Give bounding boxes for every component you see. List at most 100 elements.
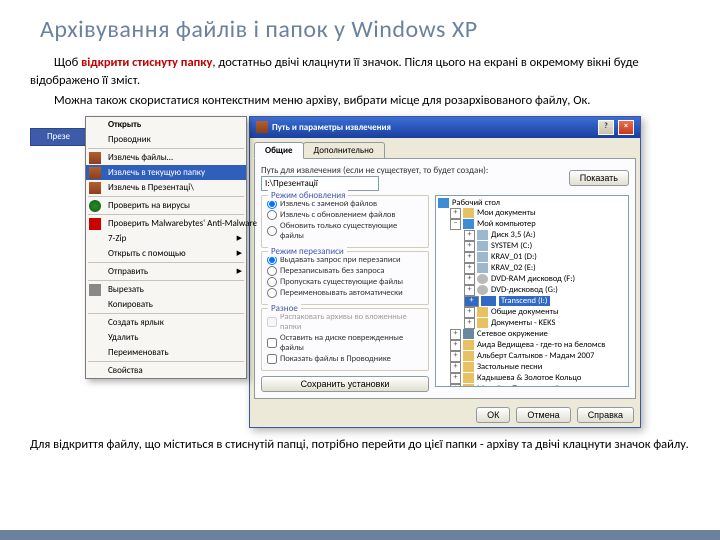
collapse-icon[interactable]: − [450, 219, 461, 230]
radio-ask[interactable] [267, 255, 277, 265]
check-show-explorer[interactable] [267, 354, 277, 364]
show-button[interactable]: Показать [569, 170, 629, 186]
paragraph-1-highlight: відкрити стиснуту папку [81, 55, 212, 70]
expand-icon[interactable]: + [464, 241, 475, 252]
paragraph-2: Можна також скористатися контекстним мен… [30, 92, 690, 110]
ctx-copy[interactable]: Копировать [86, 297, 246, 312]
expand-icon[interactable]: + [464, 307, 475, 318]
radio-ask-label: Выдавать запрос при перезаписи [280, 255, 401, 265]
dvd-icon [477, 285, 488, 295]
expand-icon[interactable]: + [450, 384, 461, 387]
radio-update[interactable] [267, 210, 277, 220]
ctx-rename[interactable]: Переименовать [86, 345, 246, 360]
radio-noask-label: Перезаписывать без запроса [280, 266, 384, 276]
ctx-scan[interactable]: Проверить на вирусы [86, 198, 246, 213]
expand-icon[interactable]: + [450, 351, 461, 362]
help-button[interactable]: Справка [577, 407, 634, 423]
floppy-icon [477, 230, 488, 240]
drive-icon [477, 241, 488, 251]
extract-dialog: Путь и параметры извлечения ? × Общие До… [249, 116, 641, 428]
group-overwrite-title: Режим перезаписи [268, 246, 347, 257]
figure-extract-dialog: Путь и параметры извлечения ? × Общие До… [249, 116, 639, 428]
ctx-7zip[interactable]: 7-Zip [86, 231, 246, 246]
group-update-title: Режим обновления [268, 190, 348, 201]
dialog-titlebar[interactable]: Путь и параметры извлечения ? × [250, 117, 640, 138]
folder-tree[interactable]: Рабочий стол +Мои документы −Мой компьют… [435, 195, 629, 387]
expand-icon[interactable]: + [464, 252, 475, 263]
drive-icon [477, 252, 488, 262]
rar-icon [89, 152, 101, 164]
expand-icon[interactable]: + [464, 318, 475, 329]
folder-icon [463, 362, 474, 372]
ctx-extract-here[interactable]: Извлечь в текущую папку [86, 165, 246, 180]
rar-icon [89, 182, 101, 194]
radio-skip-label: Пропускать существующие файлы [280, 277, 403, 287]
rar-icon [256, 121, 268, 133]
radio-replace[interactable] [267, 199, 277, 209]
path-input[interactable] [261, 176, 379, 191]
expand-icon[interactable]: + [450, 340, 461, 351]
ctx-malware[interactable]: Проверить Malwarebytes' Anti-Malware [86, 216, 246, 231]
rar-icon [89, 167, 101, 179]
slide-footer-bar [0, 530, 720, 540]
close-window-button[interactable]: × [618, 120, 634, 135]
radio-rename-label: Переименовывать автоматически [280, 288, 403, 298]
ctx-shortcut[interactable]: Создать ярлык [86, 315, 246, 330]
radio-rename[interactable] [267, 288, 277, 298]
group-update-mode: Режим обновления Извлечь с заменой файло… [261, 195, 429, 248]
expand-icon[interactable]: + [464, 274, 475, 285]
cut-icon [89, 284, 101, 296]
page-title: Архівування файлів і папок у Windows XP [40, 15, 690, 44]
archive-folder[interactable]: Презе [30, 128, 87, 146]
expand-icon[interactable]: + [464, 285, 475, 296]
dvd-icon [477, 274, 488, 284]
radio-skip[interactable] [267, 277, 277, 287]
ctx-open-with[interactable]: Открыть с помощью [86, 246, 246, 261]
help-window-button[interactable]: ? [598, 120, 614, 135]
ctx-cut[interactable]: Вырезать [86, 282, 246, 297]
paragraph-1-prefix: Щоб [54, 55, 81, 70]
save-settings-button[interactable]: Сохранить установки [261, 376, 429, 392]
radio-noask[interactable] [267, 266, 277, 276]
paragraph-footer: Для відкриття файлу, що міститься в стис… [30, 436, 690, 454]
radio-fresh-label: Обновить только существующие файлы [280, 221, 423, 241]
check-keep-broken-label: Оставить на диске поврежденные файлы [280, 333, 423, 353]
expand-icon[interactable]: + [450, 208, 461, 219]
expand-icon[interactable]: + [450, 373, 461, 384]
paragraph-1: Щоб відкрити стиснуту папку, достатньо д… [30, 54, 690, 89]
tab-extra[interactable]: Дополнительно [303, 142, 385, 159]
ctx-delete[interactable]: Удалить [86, 330, 246, 345]
folder-icon [463, 384, 474, 387]
figure-context-menu: Презе Открыть Проводник Извлечь файлы… И… [30, 116, 245, 376]
ctx-extract-files[interactable]: Извлечь файлы… [86, 150, 246, 165]
expand-icon[interactable]: + [450, 362, 461, 373]
radio-fresh[interactable] [267, 226, 277, 236]
folder-icon [477, 318, 488, 328]
check-nested-label: Распаковать архивы во вложенные папки [280, 312, 423, 332]
ctx-extract-to[interactable]: Извлечь в Презентаці\ [86, 180, 246, 195]
context-menu: Открыть Проводник Извлечь файлы… Извлечь… [85, 116, 247, 379]
expand-icon[interactable]: + [450, 329, 461, 340]
group-misc-title: Разное [268, 303, 301, 314]
check-keep-broken[interactable] [267, 338, 277, 348]
desktop-icon [438, 198, 449, 208]
ctx-explorer[interactable]: Проводник [86, 132, 246, 147]
tab-general[interactable]: Общие [254, 142, 304, 159]
expand-icon[interactable]: + [464, 263, 475, 274]
folder-icon [463, 351, 474, 361]
computer-icon [463, 219, 474, 229]
expand-icon[interactable]: + [464, 230, 475, 241]
ok-button[interactable]: ОК [476, 407, 510, 423]
drive-icon [481, 296, 496, 306]
ctx-props[interactable]: Свойства [86, 363, 246, 378]
ctx-open[interactable]: Открыть [86, 117, 246, 132]
folder-icon [477, 307, 488, 317]
expand-icon[interactable]: + [464, 296, 479, 307]
radio-update-label: Извлечь с обновлением файлов [280, 210, 395, 220]
shield-icon [89, 200, 101, 212]
ctx-send-to[interactable]: Отправить [86, 264, 246, 279]
network-icon [463, 329, 474, 339]
cancel-button[interactable]: Отмена [516, 407, 570, 423]
dialog-title-text: Путь и параметры извлечения [272, 122, 391, 133]
radio-replace-label: Извлечь с заменой файлов [280, 199, 377, 209]
